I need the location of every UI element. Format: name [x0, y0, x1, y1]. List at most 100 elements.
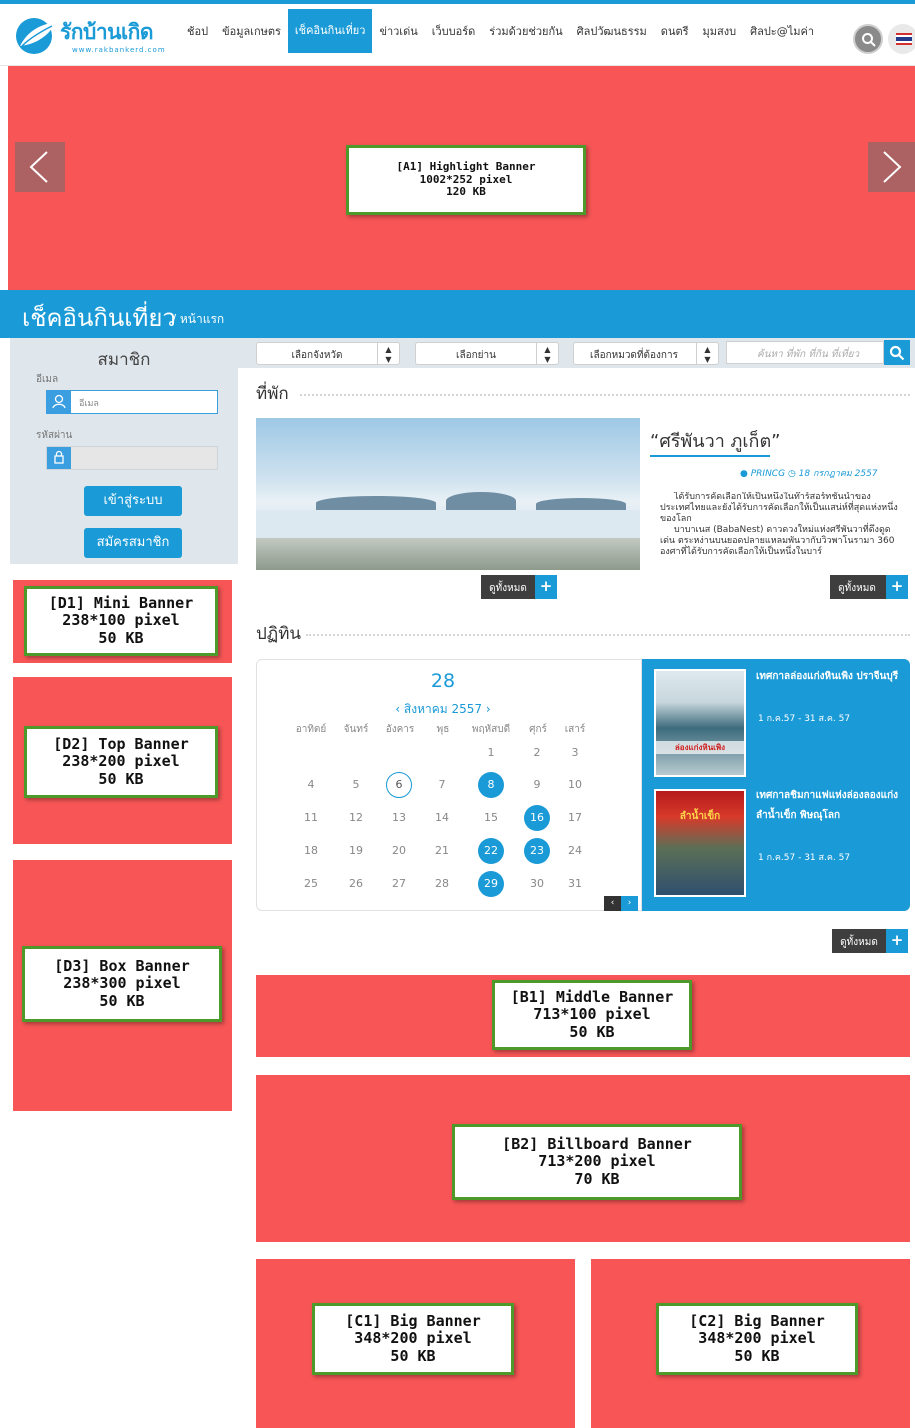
nav-item-shop[interactable]: ช้อป: [180, 8, 215, 56]
banner-size: 348*200 pixel: [698, 1329, 816, 1348]
divider: [300, 394, 910, 396]
province-select[interactable]: เลือกจังหวัด ▲ ▼: [256, 342, 400, 365]
nav-item-music[interactable]: ดนตรี: [654, 8, 696, 56]
event-poster[interactable]: ล่องแก่งหินเพิง: [654, 669, 746, 777]
calendar-day-cell[interactable]: 9: [524, 772, 550, 798]
search-submit-button[interactable]: [884, 340, 910, 365]
area-select[interactable]: เลือกย่าน ▲ ▼: [415, 342, 559, 365]
weekday-label: พฤหัสบดี: [471, 724, 511, 735]
calendar-day-cell[interactable]: 19: [343, 838, 369, 864]
calendar-day-cell[interactable]: 3: [562, 740, 588, 766]
nav-item-webboard[interactable]: เว็บบอร์ด: [425, 8, 483, 56]
banner-weight: 50 KB: [98, 628, 144, 647]
category-select-label: เลือกหมวดที่ต้องการ: [590, 350, 678, 361]
slider-prev-button[interactable]: [15, 142, 65, 192]
article-more-button[interactable]: ดูทั้งหมด +: [830, 575, 908, 599]
calendar-day-cell[interactable]: 10: [562, 772, 588, 798]
calendar-day-cell[interactable]: 28: [429, 871, 455, 897]
site-header: รักบ้านเกิด www.rakbankerd.com ช้อป ข้อม…: [0, 0, 915, 66]
password-field[interactable]: [46, 446, 218, 470]
calendar-day-cell[interactable]: 1: [478, 740, 504, 766]
area-select-label: เลือกย่าน: [456, 350, 496, 361]
register-button[interactable]: สมัครสมาชิก: [84, 528, 182, 558]
lodging-photo[interactable]: [256, 418, 640, 570]
event-title[interactable]: เทศกาลชิมกาแฟแห่งล่องลองแก่งลำน้ำเข็ก พิ…: [756, 786, 904, 826]
nav-item-calm-corner[interactable]: มุมสงบ: [696, 8, 744, 56]
excerpt-paragraph: บาบาเนส (BabaNest) ดาวดวงใหม่แห่งศรีพันว…: [660, 525, 895, 557]
login-button[interactable]: เข้าสู่ระบบ: [84, 486, 182, 516]
nav-item-art-mika[interactable]: ศิลปะ@ไมค่า: [743, 8, 821, 56]
banner-weight: 50 KB: [98, 769, 144, 788]
banner-name: [A1] Highlight Banner: [396, 160, 536, 174]
calendar-day-cell[interactable]: 8: [478, 772, 504, 798]
sea-shape: [256, 510, 640, 540]
clock-icon: ◷: [787, 469, 796, 479]
calendar-day-cell[interactable]: 20: [386, 838, 412, 864]
calendar-day-cell[interactable]: 25: [298, 871, 324, 897]
calendar-prev-button[interactable]: ‹: [604, 896, 621, 911]
chevron-left-icon: [29, 151, 48, 183]
calendar-day-cell[interactable]: 31: [562, 871, 588, 897]
nav-item-news[interactable]: ข่าวเด่น: [372, 8, 424, 56]
calendar-day-cell[interactable]: 11: [298, 805, 324, 831]
lodging-title[interactable]: “ศรีพันวา ภูเก็ต”: [650, 426, 780, 455]
select-arrows-icon: ▲ ▼: [696, 343, 718, 364]
calendar-day-cell[interactable]: 5: [343, 772, 369, 798]
author-icon: ●: [740, 469, 748, 479]
breadcrumb[interactable]: / หน้าแรก: [172, 310, 224, 329]
calendar-day-cell[interactable]: 27: [386, 871, 412, 897]
calendar-day-cell[interactable]: 18: [298, 838, 324, 864]
calendar-day-cell[interactable]: 24: [562, 838, 588, 864]
nav-item-agriculture[interactable]: ข้อมูลเกษตร: [215, 8, 288, 56]
event-title[interactable]: เทศกาลล่องแก่งหินเพิง ปราจีนบุรี: [756, 667, 904, 687]
calendar-day-cell[interactable]: 15: [478, 805, 504, 831]
language-button[interactable]: [888, 24, 915, 54]
page-root: รักบ้านเกิด www.rakbankerd.com ช้อป ข้อม…: [0, 0, 915, 1428]
calendar-month-nav[interactable]: ‹ สิงหาคม 2557 ›: [257, 700, 629, 719]
calendar-heading: ปฏิทิน: [256, 624, 302, 644]
lodging-more-button[interactable]: ดูทั้งหมด +: [481, 575, 557, 599]
banner-a1-label: [A1] Highlight Banner 1002*252 pixel 120…: [346, 145, 586, 215]
lodging-author[interactable]: PRINCG: [751, 469, 785, 479]
calendar-day-cell[interactable]: 30: [524, 871, 550, 897]
banner-c2-label: [C2] Big Banner 348*200 pixel 50 KB: [656, 1303, 858, 1375]
calendar-day-cell[interactable]: 14: [429, 805, 455, 831]
plus-icon: +: [535, 575, 557, 599]
nav-item-checkin[interactable]: เช็คอินกินเที่ยว: [287, 9, 373, 53]
calendar-day-cell[interactable]: 6: [386, 772, 412, 798]
calendar-day-cell[interactable]: 21: [429, 838, 455, 864]
calendar-day-cell[interactable]: 12: [343, 805, 369, 831]
island-shape: [536, 498, 626, 510]
logo-text: รักบ้านเกิด: [60, 20, 154, 44]
calendar-day-cell[interactable]: 2: [524, 740, 550, 766]
banner-weight: 50 KB: [99, 991, 145, 1010]
banner-name: [D1] Mini Banner: [48, 594, 194, 613]
site-logo[interactable]: รักบ้านเกิด www.rakbankerd.com: [12, 14, 165, 62]
slider-next-button[interactable]: [868, 142, 915, 192]
calendar-day-cell[interactable]: 16: [524, 805, 550, 831]
calendar-day-cell[interactable]: 7: [429, 772, 455, 798]
calendar-day-cell[interactable]: 26: [343, 871, 369, 897]
email-field[interactable]: อีเมล: [46, 390, 218, 414]
nav-item-culture[interactable]: ศิลปวัฒนธรรม: [570, 8, 654, 56]
category-select[interactable]: เลือกหมวดที่ต้องการ ▲ ▼: [573, 342, 719, 365]
calendar-day-cell[interactable]: 23: [524, 838, 550, 864]
search-input[interactable]: ค้นหา ที่พัก ที่กิน ที่เที่ยว: [726, 341, 884, 364]
lodging-date: 18 กรกฎาคม 2557: [798, 469, 878, 479]
calendar-day-cell[interactable]: 17: [562, 805, 588, 831]
calendar-day-cell[interactable]: 4: [298, 772, 324, 798]
email-label: อีเมล: [36, 374, 59, 385]
calendar-day-cell[interactable]: 13: [386, 805, 412, 831]
calendar-next-button[interactable]: ›: [621, 896, 638, 911]
calendar-day-cell[interactable]: 22: [478, 838, 504, 864]
select-arrows-icon: ▲ ▼: [536, 343, 558, 364]
banner-size: 238*300 pixel: [63, 974, 181, 993]
calendar-day-cell[interactable]: 29: [478, 871, 504, 897]
header-search-button[interactable]: [853, 24, 883, 54]
event-poster[interactable]: ลำน้ำเข็ก: [654, 789, 746, 897]
terrace-shape: [256, 538, 640, 570]
banner-d3-label: [D3] Box Banner 238*300 pixel 50 KB: [22, 946, 222, 1022]
nav-item-together[interactable]: ร่วมด้วยช่วยกัน: [482, 8, 569, 56]
calendar-more-button[interactable]: ดูทั้งหมด +: [832, 929, 908, 953]
weekday-label: เสาร์: [564, 724, 586, 735]
